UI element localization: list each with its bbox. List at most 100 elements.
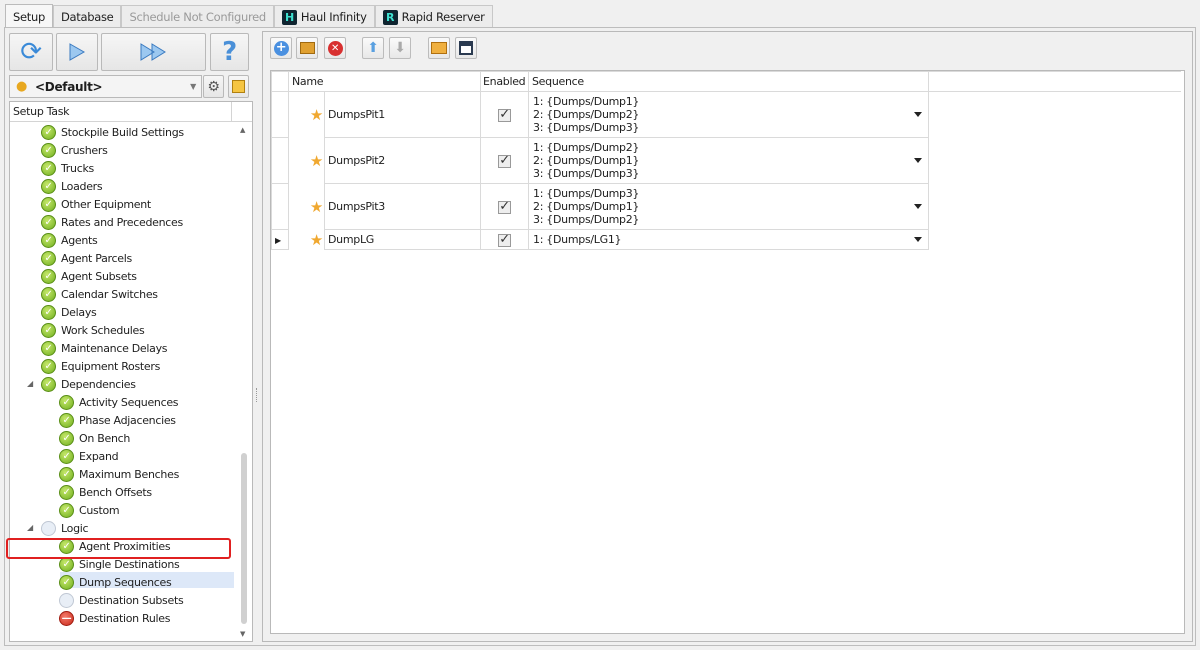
tree-item-phase-adjacencies[interactable]: ✓ Phase Adjacencies bbox=[59, 411, 176, 429]
collapse-icon[interactable]: ◢ bbox=[27, 379, 33, 388]
add-icon: + bbox=[273, 40, 289, 56]
dropdown-arrow-icon[interactable] bbox=[914, 236, 922, 242]
tree-item-stockpile-build-settings[interactable]: ✓ Stockpile Build Settings bbox=[41, 123, 184, 141]
app-logo-icon: R bbox=[382, 9, 398, 25]
tree-item-label: Agents bbox=[61, 233, 98, 247]
scenario-select[interactable]: ● <Default> ▼ bbox=[9, 75, 202, 98]
check-icon: ✓ bbox=[41, 124, 56, 140]
tree-item-dependencies[interactable]: ✓ Dependencies bbox=[41, 375, 136, 393]
move-down-button[interactable]: ⬇ bbox=[389, 37, 411, 59]
import-button[interactable] bbox=[428, 37, 450, 59]
tab-setup[interactable]: Setup bbox=[5, 4, 53, 28]
tree-item-agent-parcels[interactable]: ✓ Agent Parcels bbox=[41, 249, 132, 267]
move-up-button[interactable]: ⬆ bbox=[362, 37, 384, 59]
pending-icon bbox=[41, 520, 56, 536]
sequence-cell[interactable]: 1: {Dumps/LG1} bbox=[528, 229, 929, 250]
column-header-name[interactable]: Name bbox=[288, 71, 481, 92]
tab-database[interactable]: Database bbox=[52, 5, 122, 28]
table-row[interactable]: ★ DumpsPit3 ✓ 1: {Dumps/Dump3} 2: {Dumps/Dum… bbox=[271, 183, 1181, 230]
refresh-button[interactable]: ⟳ bbox=[9, 33, 53, 71]
run-all-button[interactable] bbox=[101, 33, 206, 71]
column-header-enabled[interactable]: Enabled bbox=[480, 71, 529, 92]
tree-item-crushers[interactable]: ✓ Crushers bbox=[41, 141, 108, 159]
add-button[interactable]: + bbox=[270, 37, 292, 59]
name-cell[interactable]: DumpLG bbox=[324, 229, 481, 250]
tree-item-logic[interactable]: Logic bbox=[41, 519, 89, 537]
notes-button[interactable] bbox=[228, 75, 249, 98]
tree-item-trucks[interactable]: ✓ Trucks bbox=[41, 159, 94, 177]
save-button[interactable] bbox=[455, 37, 477, 59]
dropdown-arrow-icon[interactable] bbox=[914, 111, 922, 117]
tree-item-bench-offsets[interactable]: ✓ Bench Offsets bbox=[59, 483, 152, 501]
tree-item-calendar-switches[interactable]: ✓ Calendar Switches bbox=[41, 285, 158, 303]
table-row[interactable]: ★ DumpsPit2 ✓ 1: {Dumps/Dump2} 2: {Dumps/Dum… bbox=[271, 137, 1181, 184]
check-icon: ✓ bbox=[41, 250, 56, 266]
tree-item-activity-sequences[interactable]: ✓ Activity Sequences bbox=[59, 393, 179, 411]
collapse-icon[interactable]: ◢ bbox=[27, 523, 33, 532]
scenario-value: <Default> bbox=[35, 79, 103, 94]
dropdown-arrow-icon[interactable] bbox=[914, 203, 922, 209]
selection-highlight bbox=[6, 538, 231, 559]
enabled-checkbox[interactable]: ✓ bbox=[480, 91, 529, 138]
name-cell[interactable]: DumpsPit2 bbox=[324, 137, 481, 184]
row-indicator-header bbox=[271, 71, 289, 92]
tree-item-custom[interactable]: ✓ Custom bbox=[59, 501, 120, 519]
scroll-up-icon[interactable]: ▲ bbox=[240, 126, 245, 134]
tree-item-loaders[interactable]: ✓ Loaders bbox=[41, 177, 103, 195]
row-indicator[interactable] bbox=[271, 137, 289, 184]
star-icon: ★ bbox=[309, 105, 323, 124]
sequence-cell[interactable]: 1: {Dumps/Dump1} 2: {Dumps/Dump2} 3: {Dump… bbox=[528, 91, 929, 138]
row-indicator[interactable] bbox=[271, 91, 289, 138]
tree-item-dump-sequences[interactable]: ✓ Dump Sequences bbox=[59, 573, 172, 591]
tab-rapid-reserver[interactable]: R Rapid Reserver bbox=[374, 5, 493, 28]
tree-item-equipment-rosters[interactable]: ✓ Equipment Rosters bbox=[41, 357, 160, 375]
scroll-thumb[interactable] bbox=[241, 453, 247, 624]
tree-item-label: Dump Sequences bbox=[79, 575, 172, 589]
name-cell[interactable]: DumpsPit3 bbox=[324, 183, 481, 230]
tree-item-other-equipment[interactable]: ✓ Other Equipment bbox=[41, 195, 151, 213]
sequence-cell[interactable]: 1: {Dumps/Dump2} 2: {Dumps/Dump1} 3: {Dump… bbox=[528, 137, 929, 184]
help-button[interactable]: ? bbox=[210, 33, 249, 71]
star-icon: ★ bbox=[309, 197, 323, 216]
enabled-checkbox[interactable]: ✓ bbox=[480, 229, 529, 250]
row-indicator[interactable]: ▶ bbox=[271, 229, 289, 250]
splitter[interactable] bbox=[256, 388, 259, 402]
tree-item-label: Loaders bbox=[61, 179, 103, 193]
tree-item-destination-subsets[interactable]: Destination Subsets bbox=[59, 591, 184, 609]
tree-item-destination-rules[interactable]: — Destination Rules bbox=[59, 609, 171, 627]
arrow-down-icon: ⬇ bbox=[394, 40, 406, 56]
gear-icon: ⚙ bbox=[207, 78, 220, 95]
dropdown-arrow-icon[interactable] bbox=[914, 157, 922, 163]
tab-label: Rapid Reserver bbox=[401, 10, 485, 24]
table-row[interactable]: ▶ ★ DumpLG ✓ 1: {Dumps/LG1} bbox=[271, 229, 1181, 250]
column-header-sequence[interactable]: Sequence bbox=[528, 71, 929, 92]
tree-item-agents[interactable]: ✓ Agents bbox=[41, 231, 98, 249]
tree-scrollbar[interactable]: ▲ ▼ bbox=[237, 123, 251, 640]
tree-item-label: Phase Adjacencies bbox=[79, 413, 176, 427]
tree-item-delays[interactable]: ✓ Delays bbox=[41, 303, 97, 321]
tab-schedule-not-configured: Schedule Not Configured bbox=[121, 5, 274, 28]
enabled-checkbox[interactable]: ✓ bbox=[480, 137, 529, 184]
delete-button[interactable]: ✕ bbox=[324, 37, 346, 59]
sequence-cell[interactable]: 1: {Dumps/Dump3} 2: {Dumps/Dump1} 3: {Dump… bbox=[528, 183, 929, 230]
table-row[interactable]: ★ DumpsPit1 ✓ 1: {Dumps/Dump1} 2: {Dumps/Dum… bbox=[271, 91, 1181, 138]
tree-item-maximum-benches[interactable]: ✓ Maximum Benches bbox=[59, 465, 179, 483]
tree-item-expand[interactable]: ✓ Expand bbox=[59, 447, 119, 465]
tree-item-label: Custom bbox=[79, 503, 120, 517]
settings-button[interactable]: ⚙ bbox=[203, 75, 224, 98]
tab-haul-infinity[interactable]: H Haul Infinity bbox=[273, 5, 375, 28]
tree-item-on-bench[interactable]: ✓ On Bench bbox=[59, 429, 130, 447]
name-cell[interactable]: DumpsPit1 bbox=[324, 91, 481, 138]
tree-item-maintenance-delays[interactable]: ✓ Maintenance Delays bbox=[41, 339, 168, 357]
play-icon bbox=[69, 43, 86, 61]
open-button[interactable] bbox=[296, 37, 318, 59]
enabled-checkbox[interactable]: ✓ bbox=[480, 183, 529, 230]
run-button[interactable] bbox=[56, 33, 98, 71]
tree-item-agent-subsets[interactable]: ✓ Agent Subsets bbox=[41, 267, 137, 285]
tree-item-rates-and-precedences[interactable]: ✓ Rates and Precedences bbox=[41, 213, 183, 231]
tree-item-work-schedules[interactable]: ✓ Work Schedules bbox=[41, 321, 145, 339]
scroll-down-icon[interactable]: ▼ bbox=[240, 630, 245, 638]
scenario-mask-icon: ● bbox=[16, 79, 28, 94]
row-indicator[interactable] bbox=[271, 183, 289, 230]
check-icon: ✓ bbox=[41, 268, 56, 284]
